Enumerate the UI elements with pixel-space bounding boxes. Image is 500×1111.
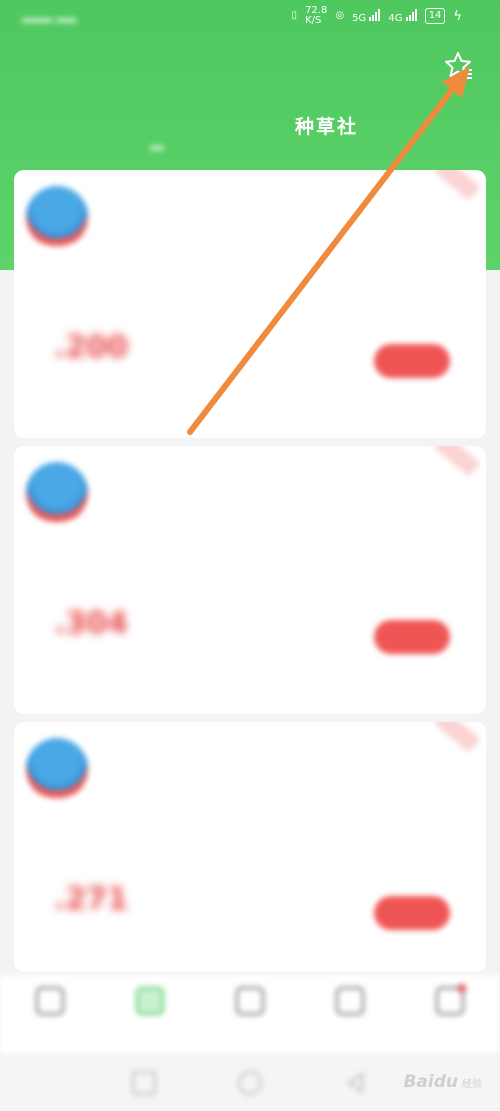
post-card[interactable]: .304: [14, 446, 486, 714]
grab-coupon-button[interactable]: [374, 896, 450, 930]
deal-block[interactable]: .271: [14, 862, 486, 972]
home-button[interactable]: [238, 1071, 262, 1095]
deal-price: .271: [54, 882, 129, 917]
avatar[interactable]: [26, 738, 88, 800]
star-list-icon: [445, 52, 472, 79]
corner-tag: [433, 170, 481, 201]
network-speed: 72.8 K/S: [305, 6, 327, 26]
deal-price: .304: [54, 606, 129, 641]
bag-icon: [236, 987, 264, 1015]
nav-item-shop[interactable]: [210, 975, 290, 1055]
network-type-2: 4G: [388, 12, 403, 24]
deal-price: .200: [54, 330, 129, 365]
grass-icon: [136, 987, 164, 1015]
nav-item-cart[interactable]: [310, 975, 390, 1055]
network-type-1: 5G: [352, 12, 367, 24]
avatar[interactable]: [26, 462, 88, 524]
bottom-nav: [0, 975, 500, 1055]
tab-indicator: [150, 146, 164, 150]
tab-zhongcaoshe[interactable]: 种草社: [295, 112, 358, 139]
cart-icon: [336, 987, 364, 1015]
watermark-brand: Baidu: [403, 1072, 458, 1092]
vibrate-icon: ▯: [291, 10, 298, 21]
charging-icon: ϟ: [453, 8, 462, 24]
avatar[interactable]: [26, 186, 88, 248]
hotspot-icon: ◎: [335, 10, 345, 21]
deal-block[interactable]: .200: [14, 310, 486, 420]
grab-coupon-button[interactable]: [374, 344, 450, 378]
nav-item-grass[interactable]: [110, 975, 190, 1055]
corner-tag: [433, 722, 481, 753]
status-time: ▂▂▂ ▂▂: [22, 8, 77, 23]
post-card[interactable]: .200: [14, 170, 486, 438]
top-tabs: 种草社: [0, 112, 500, 152]
network-speed-unit: K/S: [305, 15, 322, 26]
corner-tag: [433, 446, 481, 477]
back-icon: [347, 1072, 363, 1094]
signal-bars-icon: [405, 8, 417, 21]
grab-coupon-button[interactable]: [374, 620, 450, 654]
signal-1: 5G: [352, 8, 381, 24]
signal-2: 4G: [388, 8, 417, 24]
battery-indicator: 14: [424, 8, 446, 24]
notification-badge: [458, 984, 466, 992]
signal-bars-icon: [369, 8, 381, 21]
home-icon: [36, 987, 64, 1015]
back-button[interactable]: [344, 1071, 368, 1095]
post-feed: .200 .304 .271: [14, 170, 486, 980]
watermark-sub: 经验: [462, 1079, 482, 1090]
deal-block[interactable]: .304: [14, 586, 486, 696]
post-card[interactable]: .271: [14, 722, 486, 972]
favorites-button[interactable]: [442, 50, 474, 82]
status-icons: ▯ 72.8 K/S ◎ 5G 4G 14 ϟ: [292, 6, 462, 26]
recent-apps-button[interactable]: [132, 1071, 156, 1095]
status-bar: ▂▂▂ ▂▂ ▯ 72.8 K/S ◎ 5G 4G 14 ϟ: [0, 0, 500, 34]
nav-item-home[interactable]: [10, 975, 90, 1055]
nav-item-me[interactable]: [410, 975, 490, 1055]
app-screen: ▂▂▂ ▂▂ ▯ 72.8 K/S ◎ 5G 4G 14 ϟ 种草社 .200 …: [0, 0, 500, 1111]
watermark: Baidu 经验: [403, 1072, 482, 1092]
